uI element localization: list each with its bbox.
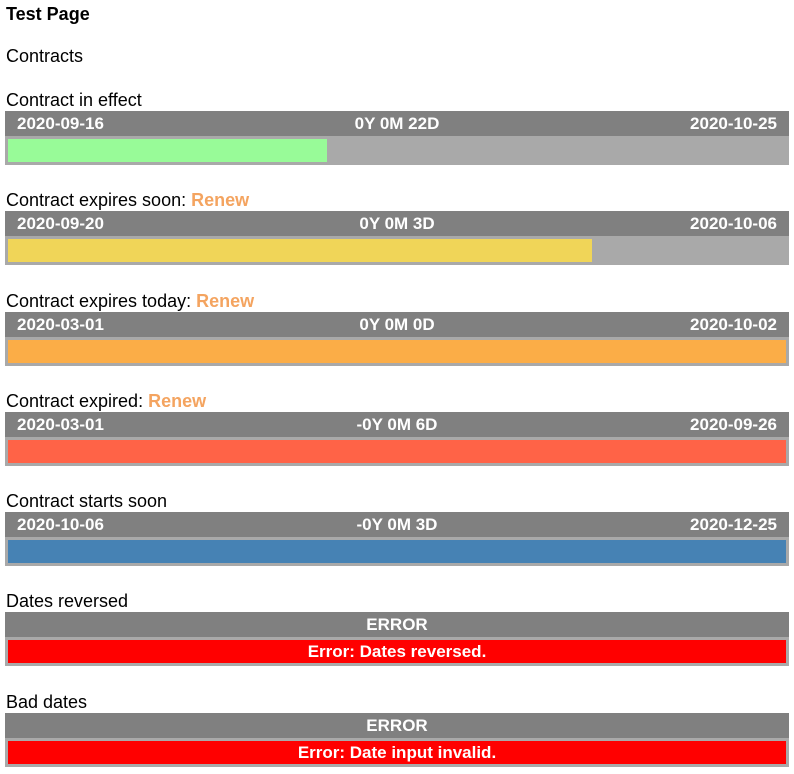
contract-progress-bar bbox=[5, 136, 789, 165]
contract-end-date: 2020-10-25 bbox=[690, 114, 777, 133]
renew-link[interactable]: Renew bbox=[191, 190, 249, 210]
contract-section: Contract expires today: Renew 0Y 0M 0D 2… bbox=[5, 290, 789, 366]
contract-section: Contract in effect 0Y 0M 22D 2020-09-16 … bbox=[5, 89, 789, 165]
contract-label: Contract expires soon: Renew bbox=[5, 189, 789, 211]
error-header: ERROR bbox=[5, 713, 789, 738]
contract-label: Contract expired: Renew bbox=[5, 390, 789, 412]
contract-label: Bad dates bbox=[6, 692, 88, 712]
contract-section: Contract starts soon -0Y 0M 3D 2020-10-0… bbox=[5, 490, 789, 566]
renew-link[interactable]: Renew bbox=[148, 391, 206, 411]
contract-start-date: 2020-09-16 bbox=[17, 114, 104, 133]
error-header: ERROR bbox=[5, 612, 789, 637]
error-bar: Error: Date input invalid. bbox=[5, 738, 789, 767]
contract-header: -0Y 0M 6D 2020-03-01 2020-09-26 bbox=[5, 412, 789, 437]
error-bar: Error: Dates reversed. bbox=[5, 637, 789, 666]
contract-header: -0Y 0M 3D 2020-10-06 2020-12-25 bbox=[5, 512, 789, 537]
progress-fill bbox=[8, 340, 786, 363]
contract-section: Contract expires soon: Renew 0Y 0M 3D 20… bbox=[5, 189, 789, 265]
contract-status-text: Contract in effect bbox=[6, 90, 142, 110]
contract-start-date: 2020-10-06 bbox=[17, 515, 104, 534]
progress-fill bbox=[8, 440, 786, 463]
contract-status-text: Contract expires soon: bbox=[6, 190, 187, 210]
contract-end-date: 2020-09-26 bbox=[690, 415, 777, 434]
contract-label: Contract expires today: Renew bbox=[5, 290, 789, 312]
contract-end-date: 2020-12-25 bbox=[690, 515, 777, 534]
contract-end-date: 2020-10-02 bbox=[690, 315, 777, 334]
contract-duration: 0Y 0M 22D bbox=[354, 114, 440, 133]
error-header-text: ERROR bbox=[366, 716, 428, 735]
contract-status-text: Contract expires today: bbox=[6, 291, 192, 311]
contract-progress-bar bbox=[5, 236, 789, 265]
contract-status-text: Contract starts soon bbox=[6, 491, 168, 511]
contract-label: Contract starts soon bbox=[5, 490, 789, 512]
error-section: Dates reversed ERROR Error: Dates revers… bbox=[5, 590, 789, 666]
error-message: Error: Dates reversed. bbox=[8, 640, 786, 663]
contract-duration: -0Y 0M 3D bbox=[356, 515, 438, 534]
contract-label: Contract in effect bbox=[5, 89, 789, 111]
contract-duration: 0Y 0M 0D bbox=[359, 315, 435, 334]
contract-duration: 0Y 0M 3D bbox=[359, 214, 435, 233]
error-section: Bad dates ERROR Error: Date input invali… bbox=[5, 691, 789, 767]
error-header-text: ERROR bbox=[366, 615, 428, 634]
section-heading: Contracts bbox=[6, 46, 84, 66]
contract-status-text: Contract expired: bbox=[6, 391, 144, 411]
contract-header: 0Y 0M 3D 2020-09-20 2020-10-06 bbox=[5, 211, 789, 236]
page-title: Test Page bbox=[6, 4, 90, 24]
renew-link[interactable]: Renew bbox=[196, 291, 254, 311]
contract-start-date: 2020-09-20 bbox=[17, 214, 104, 233]
contract-progress-bar bbox=[5, 437, 789, 466]
contract-progress-bar bbox=[5, 337, 789, 366]
contract-duration: -0Y 0M 6D bbox=[356, 415, 438, 434]
contract-progress-bar bbox=[5, 537, 789, 566]
contract-header: 0Y 0M 22D 2020-09-16 2020-10-25 bbox=[5, 111, 789, 136]
contract-section: Contract expired: Renew -0Y 0M 6D 2020-0… bbox=[5, 390, 789, 466]
contract-label: Dates reversed bbox=[6, 591, 129, 611]
error-message: Error: Date input invalid. bbox=[8, 741, 786, 764]
contract-start-date: 2020-03-01 bbox=[17, 415, 104, 434]
progress-fill bbox=[8, 139, 327, 162]
progress-fill bbox=[8, 540, 786, 563]
contract-header: 0Y 0M 0D 2020-03-01 2020-10-02 bbox=[5, 312, 789, 337]
contract-end-date: 2020-10-06 bbox=[690, 214, 777, 233]
contract-start-date: 2020-03-01 bbox=[17, 315, 104, 334]
progress-fill bbox=[8, 239, 592, 262]
